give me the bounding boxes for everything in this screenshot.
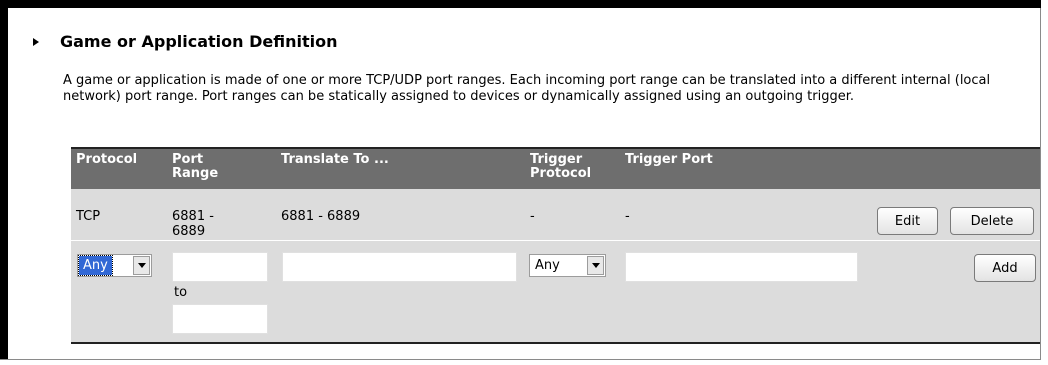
- row-trigger-protocol: -: [530, 209, 535, 224]
- port-range-to-input[interactable]: [172, 304, 268, 334]
- chevron-down-icon[interactable]: [587, 256, 604, 275]
- port-range-from-input[interactable]: [172, 252, 268, 282]
- trigger-port-input[interactable]: [625, 252, 858, 282]
- protocol-select-value: Any: [78, 255, 113, 276]
- section-title: Game or Application Definition: [60, 32, 338, 51]
- section-heading: Game or Application Definition: [33, 32, 337, 51]
- header-port-range-line2: Range: [172, 166, 219, 181]
- row-port-range-line2: 6889: [172, 224, 206, 239]
- table-bottom-rule: [71, 342, 1040, 344]
- table-row: TCP 6881 - 6889 6881 - 6889 - - Edit Del…: [71, 189, 1040, 240]
- to-label: to: [174, 285, 188, 300]
- row-protocol: TCP: [76, 209, 101, 224]
- header-translate-to: Translate To ...: [281, 152, 389, 167]
- content-panel: Game or Application Definition A game or…: [0, 0, 1041, 359]
- edit-button[interactable]: Edit: [877, 207, 938, 235]
- translate-to-input[interactable]: [282, 252, 517, 282]
- row-translate-to: 6881 - 6889: [281, 209, 361, 224]
- row-port-range: 6881 - 6889: [172, 209, 214, 239]
- delete-button[interactable]: Delete: [950, 207, 1034, 235]
- add-button[interactable]: Add: [974, 254, 1036, 282]
- header-trigger-protocol-line2: Protocol: [530, 166, 592, 181]
- header-port-range-line1: Port: [172, 152, 204, 167]
- section-description: A game or application is made of one or …: [63, 73, 991, 104]
- trigger-protocol-select-value: Any: [535, 258, 560, 273]
- header-trigger-port: Trigger Port: [625, 152, 713, 167]
- header-trigger-protocol: Trigger Protocol: [530, 153, 591, 181]
- port-range-table: Protocol Port Range Translate To ... Tri…: [71, 147, 1040, 344]
- row-trigger-port: -: [625, 209, 630, 224]
- row-port-range-line1: 6881 -: [172, 209, 214, 224]
- header-port-range: Port Range: [172, 153, 218, 181]
- protocol-select[interactable]: Any: [77, 254, 152, 277]
- chevron-down-icon[interactable]: [133, 256, 150, 275]
- panel-bottom-border: [0, 359, 1041, 360]
- new-entry-row: Any to Any Add: [71, 241, 1040, 342]
- trigger-protocol-select[interactable]: Any: [529, 254, 606, 277]
- header-trigger-protocol-line1: Trigger: [530, 152, 583, 167]
- triangle-bullet-icon: [33, 37, 39, 46]
- table-header: Protocol Port Range Translate To ... Tri…: [71, 149, 1040, 189]
- header-protocol: Protocol: [76, 152, 138, 167]
